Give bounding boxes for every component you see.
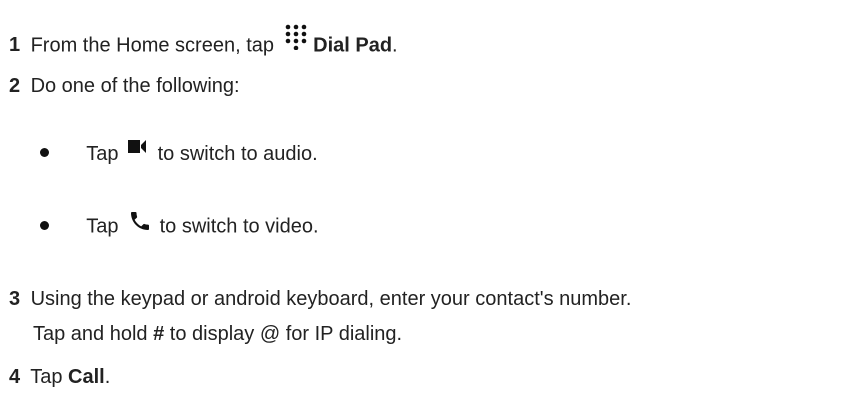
step-4: 4 Tap Call. <box>9 365 110 389</box>
bullet-dot <box>40 220 49 230</box>
step-post-text: . <box>104 366 111 388</box>
bullet-item-video: Tap to switch to video. <box>40 212 319 242</box>
bullet-pre-text: Tap <box>86 143 119 165</box>
bullet-pre-text: Tap <box>86 215 119 238</box>
bullet-post-text: to switch to video. <box>159 215 319 238</box>
step-bold-text: Call <box>68 366 105 388</box>
step-number: 4 <box>9 366 21 388</box>
note-bold-text: # <box>153 323 165 345</box>
dialpad-icon <box>284 24 308 56</box>
step-number: 2 <box>9 75 21 97</box>
step-pre-text: Tap <box>30 366 63 388</box>
step-post-text: . <box>392 34 398 57</box>
step-3: 3 Using the keypad or android keyboard, … <box>9 287 631 311</box>
bullet-item-audio: Tap to switch to audio. <box>40 139 318 167</box>
step-2: 2 Do one of the following: <box>9 74 240 98</box>
step-1: 1 From the Home screen, tap Dial Pad. <box>9 24 398 62</box>
bullet-dot <box>40 148 49 158</box>
note-post-text: to display @ for IP dialing. <box>169 323 403 345</box>
step-bold-text: Dial Pad <box>313 34 393 57</box>
step-number: 3 <box>9 288 21 310</box>
step-text: Using the keypad or android keyboard, en… <box>30 288 632 310</box>
step-3-note: Tap and hold # to display @ for IP diali… <box>33 322 402 346</box>
step-text: From the Home screen, tap <box>30 34 274 57</box>
video-camera-icon <box>128 137 148 161</box>
bullet-post-text: to switch to audio. <box>157 143 318 165</box>
phone-handset-icon <box>128 209 152 239</box>
step-number: 1 <box>9 34 21 57</box>
step-text: Do one of the following: <box>30 75 240 97</box>
note-pre-text: Tap and hold <box>33 323 148 345</box>
